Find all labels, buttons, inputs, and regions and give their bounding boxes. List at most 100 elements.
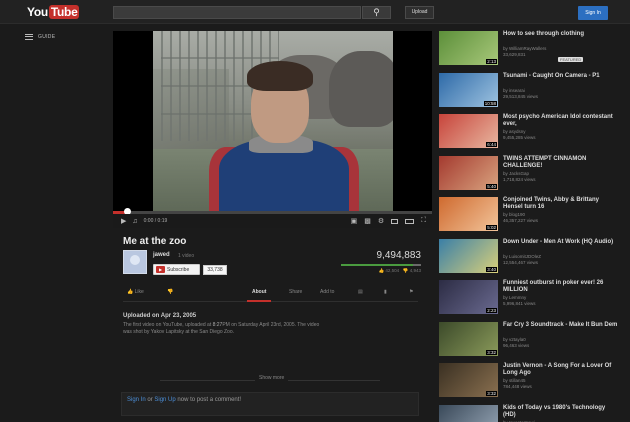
video-duration: 3:32 <box>486 349 497 355</box>
like-ratio-bar <box>341 264 421 266</box>
time-total: 0:19 <box>157 218 168 224</box>
related-video-title[interactable]: Most psycho American Idol contestant eve… <box>503 114 619 128</box>
related-video-title[interactable]: Tsunami - Caught On Camera - P1 <box>503 73 619 80</box>
tab-about-underline <box>247 300 271 302</box>
video-player[interactable]: ▶ ♫ 0:00 / 0:19 ▣ ▩ ⚙ ⛶ <box>113 31 432 228</box>
video-duration: 3:40 <box>486 266 497 272</box>
settings-gear-icon[interactable]: ⚙ <box>378 217 384 225</box>
related-video-title[interactable]: Down Under - Men At Work (HQ Audio) <box>503 239 619 246</box>
volume-icon[interactable]: ♫ <box>132 218 137 225</box>
related-video-views: 29,513,845 views <box>503 93 539 99</box>
video-description: The first video on YouTube, uploaded at … <box>123 322 320 336</box>
guide-menu[interactable]: GUIDE <box>25 34 55 40</box>
logo-tube-text: Tube <box>48 5 80 19</box>
related-video-views: 46,357,227 views <box>503 218 539 223</box>
related-video-item[interactable]: 3:32 Justin Vernon - A Song For a Lover O… <box>439 363 619 401</box>
related-video-views: 96,463 views <box>503 342 530 348</box>
related-video-views: 1,718,824 views <box>503 176 536 182</box>
sign-in-button[interactable]: Sign In <box>578 6 608 20</box>
video-title: Me at the zoo <box>123 236 187 247</box>
video-duration: 3:32 <box>486 391 497 396</box>
tab-share[interactable]: Share <box>289 289 302 295</box>
like-button[interactable]: 👍 Like <box>127 289 144 295</box>
video-elephant <box>329 51 393 127</box>
description-text: The first video on YouTube, uploaded at <box>123 322 213 328</box>
transcript-icon[interactable]: ▤ <box>358 289 363 295</box>
subscribe-label: Subscribe <box>167 266 190 273</box>
menu-icon <box>25 34 33 40</box>
top-bar: You Tube ⚲ Upload Sign In <box>0 0 630 24</box>
tab-about[interactable]: About <box>252 289 266 295</box>
related-video-views: 9,455,285 views <box>503 135 536 140</box>
related-video-item[interactable]: 10:58 Tsunami - Caught On Camera - P1 by i… <box>439 72 619 111</box>
related-video-title[interactable]: Far Cry 3 Soundtrack - Make It Bun Dem <box>503 322 619 329</box>
related-video-thumbnail[interactable]: 6:44 <box>439 114 498 148</box>
related-video-thumbnail[interactable]: 2:13 <box>439 31 498 65</box>
video-duration: 6:44 <box>486 142 497 147</box>
channel-avatar[interactable] <box>123 250 147 274</box>
related-video-item[interactable]: 5:40 TWINS ATTEMPT CINNAMON CHALLENGE! by … <box>439 155 619 194</box>
logo-you-text: You <box>27 5 48 19</box>
page-root: { "header": { "logo_you": "You", "logo_t… <box>0 0 630 422</box>
related-video-item[interactable]: 2:13 How to see through clothing by Willia… <box>439 31 619 69</box>
related-video-item[interactable]: 6:44 Most psycho American Idol contestant… <box>439 114 619 152</box>
stats-icon[interactable]: ▮ <box>384 289 387 295</box>
large-player-icon[interactable] <box>405 218 415 224</box>
related-video-views: 12,554,467 views <box>503 259 539 265</box>
related-video-thumbnail[interactable] <box>439 404 498 422</box>
channel-name[interactable]: jawed <box>153 252 170 258</box>
dislike-button[interactable]: 👎 <box>167 289 173 295</box>
player-controls-right: ▣ ▩ ⚙ ⛶ <box>351 217 432 225</box>
related-video-thumbnail[interactable]: 3:40 <box>439 238 498 273</box>
related-video-thumbnail[interactable]: 10:58 <box>439 72 498 107</box>
related-video-title[interactable]: TWINS ATTEMPT CINNAMON CHALLENGE! <box>503 156 619 170</box>
youtube-play-icon: ▶ <box>156 266 165 273</box>
upload-button[interactable]: Upload <box>405 6 434 19</box>
related-video-thumbnail[interactable]: 5:40 <box>439 155 498 190</box>
related-video-title[interactable]: Justin Vernon - A Song For a Lover Of Lo… <box>503 363 619 377</box>
view-count: 9,494,883 <box>376 250 422 261</box>
video-duration: 2:13 <box>486 59 497 64</box>
related-video-views: 5,996,841 views <box>503 301 536 306</box>
related-video-title[interactable]: How to see through clothing <box>503 31 619 38</box>
related-video-item[interactable]: 3:32 Far Cry 3 Soundtrack - Make It Bun D… <box>439 321 619 360</box>
description-time: 8:27 <box>212 322 223 328</box>
related-video-title[interactable]: Conjoined Twins, Abby & Brittany Hensel … <box>503 197 619 211</box>
sign-in-link[interactable]: Sign In <box>127 397 146 403</box>
show-more-button[interactable]: Show more <box>255 375 289 381</box>
related-video-title[interactable]: Kids of Today vs 1980's Technology (HD) <box>503 405 619 419</box>
related-video-item[interactable]: 2:23 Funniest outburst in poker ever! 26 … <box>439 280 619 318</box>
like-label: Like <box>134 289 144 295</box>
comment-or-text: or <box>147 397 153 403</box>
like-ratio-fill <box>341 264 413 266</box>
fullscreen-icon[interactable]: ⛶ <box>421 217 426 225</box>
time-display: 0:00 / 0:19 <box>143 218 168 224</box>
sign-up-link[interactable]: Sign Up <box>154 397 175 403</box>
tab-add-to[interactable]: Add to <box>320 289 334 295</box>
related-video-thumbnail[interactable]: 3:32 <box>439 321 498 356</box>
related-video-title[interactable]: Funniest outburst in poker ever! 26 MILL… <box>503 280 619 294</box>
video-frame[interactable] <box>153 31 393 211</box>
search-input[interactable] <box>113 6 361 19</box>
like-dislike-counts: 👍 42,504 👎 4,943 <box>378 268 422 273</box>
channel-video-count[interactable]: 1 video <box>178 253 194 259</box>
related-video-item[interactable]: Kids of Today vs 1980's Technology (HD) b… <box>439 404 619 422</box>
related-video-thumbnail[interactable]: 2:23 <box>439 280 498 314</box>
related-video-thumbnail[interactable]: 5:02 <box>439 197 498 231</box>
guide-label: GUIDE <box>38 34 56 40</box>
related-video-item[interactable]: 5:02 Conjoined Twins, Abby & Brittany Hen… <box>439 197 619 235</box>
related-video-item[interactable]: 3:40 Down Under - Men At Work (HQ Audio) b… <box>439 238 619 277</box>
search-icon: ⚲ <box>373 7 380 17</box>
youtube-logo[interactable]: You Tube <box>27 5 80 19</box>
subscribe-button[interactable]: ▶ Subscribe <box>153 264 200 275</box>
time-current: 0:00 <box>143 218 154 224</box>
report-flag-icon[interactable]: ⚑ <box>409 289 413 295</box>
small-player-icon[interactable] <box>391 218 399 224</box>
play-icon[interactable]: ▶ <box>121 217 126 225</box>
video-duration: 5:02 <box>486 225 497 230</box>
captions-icon[interactable]: ▣ <box>351 217 358 225</box>
search-button[interactable]: ⚲ <box>362 6 391 19</box>
related-video-views: 33,629,831 <box>503 52 526 57</box>
related-video-thumbnail[interactable]: 3:32 <box>439 363 498 397</box>
annotations-icon[interactable]: ▩ <box>364 217 371 225</box>
